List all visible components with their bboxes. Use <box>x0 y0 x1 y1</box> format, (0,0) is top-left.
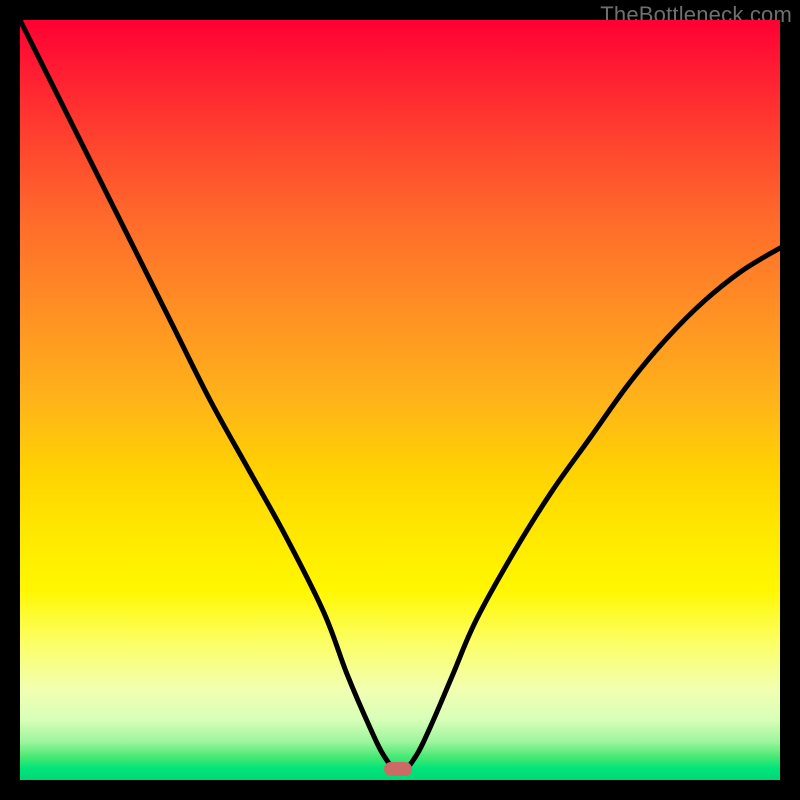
optimal-marker <box>384 762 412 776</box>
bottleneck-curve <box>20 20 780 780</box>
chart-frame: TheBottleneck.com <box>0 0 800 800</box>
plot-area <box>20 20 780 780</box>
curve-path <box>20 20 780 772</box>
